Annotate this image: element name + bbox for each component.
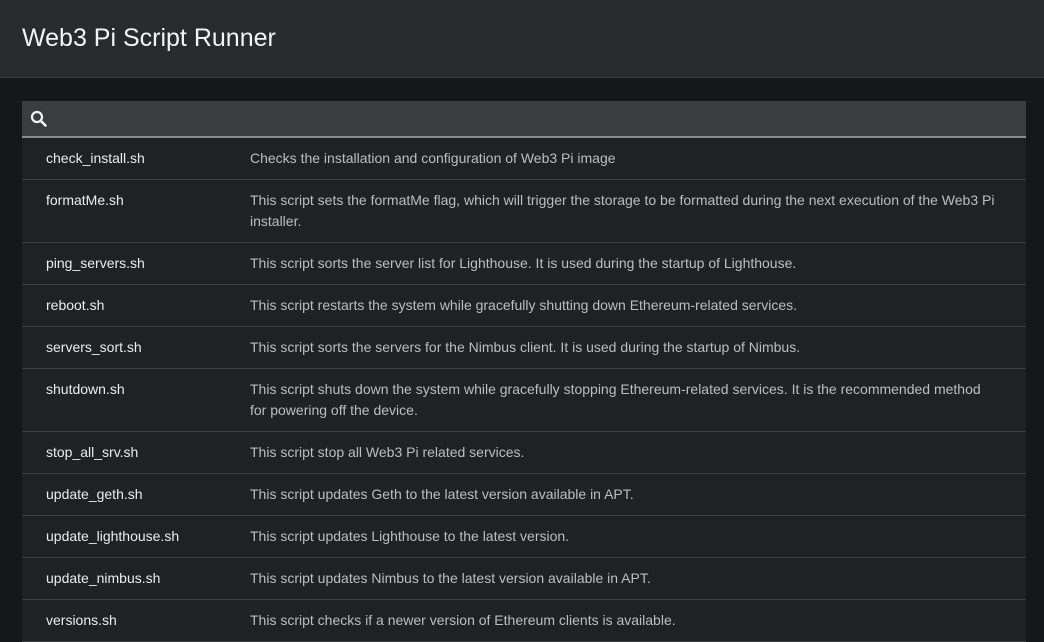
- script-name: stop_all_srv.sh: [46, 444, 139, 460]
- script-name: update_nimbus.sh: [46, 570, 161, 586]
- script-description: This script updates Geth to the latest v…: [250, 486, 634, 502]
- script-name: check_install.sh: [46, 150, 145, 166]
- script-row-update-nimbus[interactable]: update_nimbus.sh This script updates Nim…: [22, 558, 1026, 600]
- script-description: This script restarts the system while gr…: [250, 297, 797, 313]
- script-description: This script updates Lighthouse to the la…: [250, 528, 570, 544]
- script-row-update-lighthouse[interactable]: update_lighthouse.sh This script updates…: [22, 516, 1026, 558]
- app-title: Web3 Pi Script Runner: [22, 24, 276, 52]
- script-description: This script sorts the server list for Li…: [250, 255, 797, 271]
- script-description: This script stop all Web3 Pi related ser…: [250, 444, 525, 460]
- script-description: This script checks if a newer version of…: [250, 612, 676, 628]
- script-row-ping-servers[interactable]: ping_servers.sh This script sorts the se…: [22, 243, 1026, 285]
- script-row-versions[interactable]: versions.sh This script checks if a newe…: [22, 600, 1026, 642]
- script-name: formatMe.sh: [46, 192, 124, 208]
- script-name: servers_sort.sh: [46, 339, 142, 355]
- script-row-check-install[interactable]: check_install.sh Checks the installation…: [22, 138, 1026, 180]
- script-description: This script sets the formatMe flag, whic…: [250, 192, 995, 229]
- script-list: check_install.sh Checks the installation…: [22, 138, 1026, 642]
- script-panel: check_install.sh Checks the installation…: [22, 101, 1026, 642]
- app-header: Web3 Pi Script Runner: [0, 0, 1044, 78]
- script-row-servers-sort[interactable]: servers_sort.sh This script sorts the se…: [22, 327, 1026, 369]
- script-row-shutdown[interactable]: shutdown.sh This script shuts down the s…: [22, 369, 1026, 432]
- script-row-update-geth[interactable]: update_geth.sh This script updates Geth …: [22, 474, 1026, 516]
- script-name: shutdown.sh: [46, 381, 125, 397]
- search-input[interactable]: [56, 101, 1026, 136]
- script-name: update_lighthouse.sh: [46, 528, 180, 544]
- script-description: This script updates Nimbus to the latest…: [250, 570, 651, 586]
- script-row-reboot[interactable]: reboot.sh This script restarts the syste…: [22, 285, 1026, 327]
- script-name: versions.sh: [46, 612, 117, 628]
- script-description: Checks the installation and configuratio…: [250, 150, 616, 166]
- script-row-formatme[interactable]: formatMe.sh This script sets the formatM…: [22, 180, 1026, 243]
- script-name: ping_servers.sh: [46, 255, 145, 271]
- script-name: update_geth.sh: [46, 486, 143, 502]
- script-name: reboot.sh: [46, 297, 105, 313]
- search-bar: [22, 101, 1026, 138]
- search-icon: [30, 110, 48, 128]
- script-row-stop-all-srv[interactable]: stop_all_srv.sh This script stop all Web…: [22, 432, 1026, 474]
- script-description: This script shuts down the system while …: [250, 381, 981, 418]
- script-description: This script sorts the servers for the Ni…: [250, 339, 801, 355]
